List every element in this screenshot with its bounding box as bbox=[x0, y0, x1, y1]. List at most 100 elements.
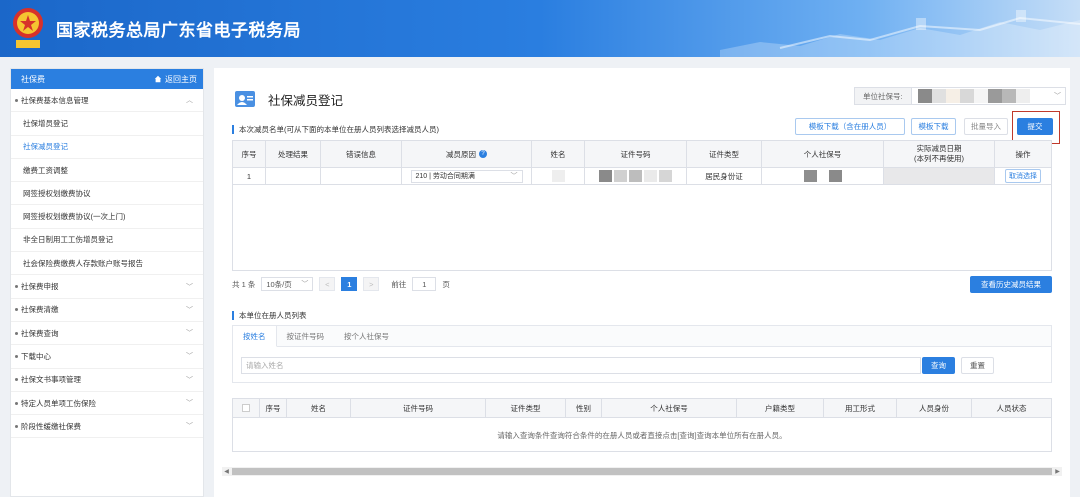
col-actual-date: 实际减员日期 (本列不再使用) bbox=[884, 141, 995, 167]
col-action: 操作 bbox=[1015, 149, 1031, 159]
app-header: 国家税务总局广东省电子税务局 bbox=[0, 0, 1080, 57]
cell-id-type: 居民身份证 bbox=[687, 168, 762, 184]
col-select-all bbox=[233, 399, 260, 417]
sidebar-item-wage-adjust[interactable]: 缴费工资调整 bbox=[11, 159, 203, 183]
goto-label: 前往 bbox=[391, 279, 407, 289]
reset-button[interactable]: 重置 bbox=[961, 357, 994, 374]
help-icon[interactable]: ? bbox=[479, 150, 487, 158]
tab-by-name[interactable]: 按姓名 bbox=[233, 326, 277, 347]
col-identity: 人员身份 bbox=[897, 399, 972, 417]
sidebar-group-settle[interactable]: 社保费清缴 ﹀ bbox=[11, 299, 203, 322]
sidebar-item-label: 特定人员单项工伤保险 bbox=[21, 398, 96, 408]
col-seq: 序号 bbox=[233, 141, 266, 167]
page-number[interactable]: 1 bbox=[341, 277, 358, 291]
great-wall-decoration bbox=[720, 10, 1080, 57]
table-header: 序号 处理结果 错误信息 减员原因? 姓名 证件号码 证件类型 个人社保号 实际… bbox=[233, 141, 1051, 168]
table-header: 序号 姓名 证件号码 证件类型 性别 个人社保号 户籍类型 用工形式 人员身份 … bbox=[233, 399, 1051, 418]
tab-by-social-no[interactable]: 按个人社保号 bbox=[334, 326, 399, 346]
col-error: 错误信息 bbox=[321, 141, 402, 167]
col-id-type: 证件类型 bbox=[486, 399, 566, 417]
cell-error bbox=[321, 168, 402, 184]
tax-emblem-icon bbox=[13, 8, 43, 48]
masked-value bbox=[917, 89, 1030, 103]
tab-by-id-number[interactable]: 按证件号码 bbox=[277, 326, 335, 346]
sidebar-group-declare[interactable]: 社保费申报 ﹀ bbox=[11, 275, 203, 299]
name-search-input[interactable]: 请输入姓名 bbox=[241, 357, 921, 374]
col-household-type: 户籍类型 bbox=[737, 399, 824, 417]
next-page-button[interactable]: > bbox=[363, 277, 380, 291]
sidebar-item-label: 社会保险费缴费人存款账户账号报告 bbox=[23, 258, 143, 268]
sidebar-item-online-agreement-onsite[interactable]: 网签授权划缴费协议(一次上门) bbox=[11, 205, 203, 229]
col-social-no: 个人社保号 bbox=[602, 399, 737, 417]
cell-reason: 210 | 劳动合同期满 ﹀ bbox=[402, 168, 532, 184]
goto-page-input[interactable]: 1 bbox=[412, 277, 437, 291]
masked-value bbox=[659, 170, 672, 182]
sidebar-item-add-member[interactable]: 社保增员登记 bbox=[11, 112, 203, 136]
chevron-down-icon: ﹀ bbox=[186, 283, 193, 291]
chevron-down-icon: ﹀ bbox=[186, 423, 193, 431]
sidebar-item-label: 网签授权划缴费协议 bbox=[23, 188, 91, 198]
scroll-right-icon[interactable]: ▶ bbox=[1053, 467, 1062, 476]
sidebar-item-label: 非全日制用工工伤增员登记 bbox=[23, 235, 113, 245]
id-card-icon bbox=[235, 91, 255, 107]
scrollbar-thumb[interactable] bbox=[232, 468, 1052, 475]
page-title: 社保减员登记 bbox=[268, 94, 344, 108]
chevron-up-icon: ︿ bbox=[186, 97, 193, 105]
masked-value bbox=[614, 170, 627, 182]
main-panel: 社保减员登记 单位社保号: ﹀ 模板下载（含在册人员） 模板下载 批量导入 提交… bbox=[214, 68, 1070, 497]
cancel-selection-button[interactable]: 取消选择 bbox=[1005, 169, 1041, 183]
reason-select[interactable]: 210 | 劳动合同期满 ﹀ bbox=[410, 169, 523, 183]
query-button[interactable]: 查询 bbox=[922, 357, 955, 374]
sidebar-group-query[interactable]: 社保费查询 ﹀ bbox=[11, 322, 203, 346]
cell-result bbox=[266, 168, 321, 184]
bullet-icon bbox=[15, 308, 18, 312]
home-link[interactable]: 返回主页 bbox=[154, 74, 197, 85]
home-icon bbox=[154, 75, 162, 83]
masked-value bbox=[551, 170, 565, 182]
cell-social-no bbox=[762, 168, 884, 184]
chevron-down-icon: ﹀ bbox=[186, 306, 193, 314]
sidebar-group-basic-info[interactable]: 社保费基本信息管理 ︿ bbox=[11, 89, 203, 113]
col-name: 姓名 bbox=[532, 141, 585, 167]
select-all-checkbox[interactable] bbox=[242, 404, 250, 412]
view-history-button[interactable]: 查看历史减员结果 bbox=[970, 276, 1052, 293]
bullet-icon bbox=[15, 424, 18, 428]
batch-import-button[interactable]: 批量导入 bbox=[964, 118, 1008, 135]
masked-value bbox=[599, 170, 612, 182]
section-remove-list-title: 本次减员名单(可从下面的本单位在册人员列表选择减员人员) bbox=[232, 125, 439, 134]
page-size-select[interactable]: 10条/页 ﹀ bbox=[261, 277, 314, 291]
masked-value bbox=[629, 170, 642, 182]
sidebar-item-label: 社保费查询 bbox=[21, 328, 59, 338]
col-gender: 性别 bbox=[566, 399, 602, 417]
cell-seq: 1 bbox=[233, 168, 266, 184]
col-status: 人员状态 bbox=[996, 403, 1027, 413]
chevron-down-icon: ﹀ bbox=[301, 281, 309, 288]
sidebar-group-download[interactable]: 下载中心 ﹀ bbox=[11, 345, 203, 369]
chevron-down-icon: ﹀ bbox=[186, 376, 193, 384]
horizontal-scrollbar[interactable]: ◀ ▶ bbox=[222, 467, 1062, 476]
scroll-left-icon[interactable]: ◀ bbox=[222, 467, 231, 476]
bullet-icon bbox=[15, 354, 18, 358]
download-template-button[interactable]: 模板下载 bbox=[911, 118, 956, 135]
sidebar-item-label: 网签授权划缴费协议(一次上门) bbox=[23, 212, 126, 222]
masked-value bbox=[828, 170, 842, 182]
sidebar-item-label: 社保增员登记 bbox=[23, 118, 68, 128]
sidebar-item-remove-member[interactable]: 社保减员登记 bbox=[11, 136, 203, 159]
sidebar-item-account-report[interactable]: 社会保险费缴费人存款账户账号报告 bbox=[11, 252, 203, 276]
sidebar-group-deferral[interactable]: 阶段性缓缴社保费 ﹀ bbox=[11, 415, 203, 439]
sidebar-header: 社保费 返回主页 bbox=[11, 69, 203, 89]
reason-select-value: 210 | 劳动合同期满 bbox=[415, 173, 475, 180]
unit-social-no-select[interactable]: 单位社保号: ﹀ bbox=[854, 87, 1066, 105]
col-name: 姓名 bbox=[287, 399, 351, 417]
sidebar-item-parttime-injury[interactable]: 非全日制用工工伤增员登记 bbox=[11, 229, 203, 253]
sidebar-item-online-agreement[interactable]: 网签授权划缴费协议 bbox=[11, 182, 203, 206]
download-template-with-members-button[interactable]: 模板下载（含在册人员） bbox=[795, 118, 905, 135]
sidebar-group-injury[interactable]: 特定人员单项工伤保险 ﹀ bbox=[11, 392, 203, 416]
prev-page-button[interactable]: < bbox=[319, 277, 336, 291]
section-members-title: 本单位在册人员列表 bbox=[232, 311, 307, 320]
sidebar-item-label: 社保减员登记 bbox=[23, 142, 68, 152]
chevron-down-icon: ﹀ bbox=[1054, 93, 1061, 100]
bullet-icon bbox=[15, 378, 18, 382]
chevron-down-icon: ﹀ bbox=[186, 330, 193, 338]
sidebar-group-documents[interactable]: 社保文书事项管理 ﹀ bbox=[11, 369, 203, 392]
